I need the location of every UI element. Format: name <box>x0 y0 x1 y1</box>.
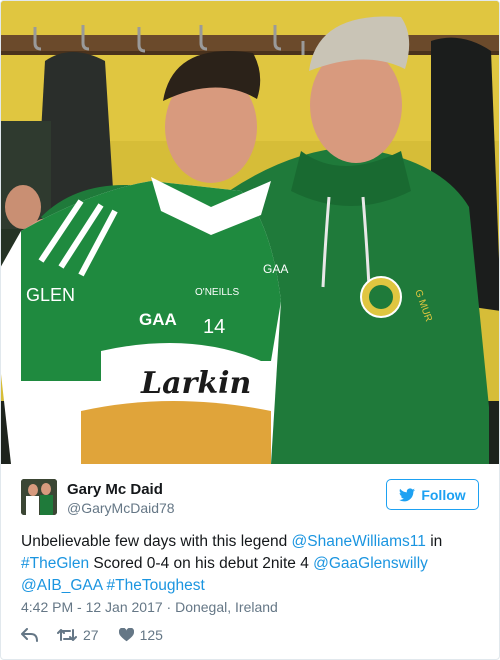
tweet-photo[interactable]: E GLEN GAA 14 O'NEILLS Larkin GAA G MUR <box>1 1 499 464</box>
mention-link[interactable]: @AIB_GAA <box>21 577 102 594</box>
jersey-gaa-text: GAA <box>139 310 177 329</box>
hashtag-link[interactable]: #TheGlen <box>21 555 89 572</box>
heart-icon <box>118 628 134 642</box>
tweet-card: E GLEN GAA 14 O'NEILLS Larkin GAA G MUR … <box>0 0 500 660</box>
tweet-text-part: Scored 0-4 on his debut 2nite 4 <box>89 555 314 572</box>
like-count: 125 <box>139 627 163 643</box>
reply-button[interactable] <box>21 628 43 642</box>
hashtag-link[interactable]: #TheToughest <box>107 577 205 594</box>
avatar[interactable] <box>21 479 57 515</box>
tweet-text: Unbelievable few days with this legend @… <box>21 531 481 597</box>
follow-button[interactable]: Follow <box>386 479 479 510</box>
retweet-count: 27 <box>83 627 99 643</box>
author-handle[interactable]: @GaryMcDaid78 <box>67 500 175 516</box>
mention-link[interactable]: @ShaneWilliams11 <box>292 533 426 550</box>
jersey-sponsor-text: Larkin <box>140 366 251 401</box>
retweet-icon <box>57 629 77 641</box>
like-button[interactable]: 125 <box>118 627 163 643</box>
jersey-left-text: E GLEN <box>9 285 75 305</box>
reply-icon <box>21 628 38 642</box>
photo-illustration: E GLEN GAA 14 O'NEILLS Larkin GAA G MUR <box>1 1 499 464</box>
tweet-text-part: Unbelievable few days with this legend <box>21 533 292 550</box>
mention-link[interactable]: @GaaGlenswilly <box>313 555 428 572</box>
tweet-text-part: in <box>425 533 443 550</box>
tweet-timestamp-location[interactable]: 4:42 PM - 12 Jan 2017 · Donegal, Ireland <box>21 599 278 615</box>
jersey-number-text: 14 <box>203 316 225 338</box>
bird-icon <box>399 487 416 501</box>
tweet-actions: 27 125 <box>21 625 163 645</box>
jersey-brand-text: O'NEILLS <box>195 287 239 298</box>
retweet-button[interactable]: 27 <box>57 627 99 643</box>
follow-label: Follow <box>421 486 466 503</box>
hoodie-gaa-text: GAA <box>263 262 288 276</box>
author-name[interactable]: Gary Mc Daid <box>67 481 163 498</box>
